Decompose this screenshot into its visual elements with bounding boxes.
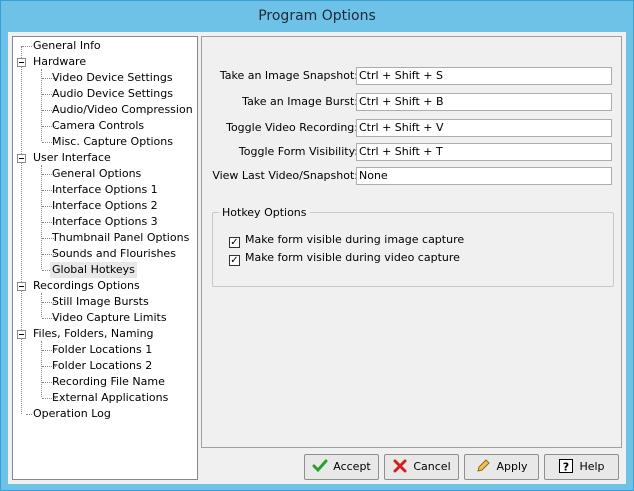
tree-item-camera-controls[interactable]: Camera Controls xyxy=(52,118,144,134)
svg-text:?: ? xyxy=(563,461,569,474)
checkmark-icon xyxy=(312,459,328,473)
tree-item-recordings-options[interactable]: Recordings Options xyxy=(33,278,140,294)
cancel-label: Cancel xyxy=(413,460,451,473)
form-visibility-hotkey-label: Toggle Form Visibility: xyxy=(238,145,358,158)
help-question-icon: ? xyxy=(559,459,574,474)
collapse-hardware-icon[interactable] xyxy=(17,58,26,67)
tree-item-audio-video-compression[interactable]: Audio/Video Compression xyxy=(52,102,193,118)
tree-item-interface-options-3[interactable]: Interface Options 3 xyxy=(52,214,158,230)
tree-item-user-interface[interactable]: User Interface xyxy=(33,150,111,166)
tree-item-folder-locations-1[interactable]: Folder Locations 1 xyxy=(52,342,152,358)
tree-item-sounds-and-flourishes[interactable]: Sounds and Flourishes xyxy=(52,246,176,262)
tree-item-thumbnail-panel-options[interactable]: Thumbnail Panel Options xyxy=(52,230,189,246)
tree-item-global-hotkeys[interactable]: Global Hotkeys xyxy=(50,262,137,278)
cancel-button[interactable]: Cancel xyxy=(384,454,459,480)
tree-item-recording-file-name[interactable]: Recording File Name xyxy=(52,374,165,390)
tree-item-misc-capture-options[interactable]: Misc. Capture Options xyxy=(52,134,173,150)
tree-item-general-options[interactable]: General Options xyxy=(52,166,141,182)
snapshot-hotkey-field[interactable]: Ctrl + Shift + S xyxy=(356,67,612,85)
video-recording-hotkey-label: Toggle Video Recording: xyxy=(226,121,358,134)
accept-button[interactable]: Accept xyxy=(304,454,379,480)
visible-during-video-capture-checkbox[interactable]: ✓ Make form visible during video capture xyxy=(229,250,460,266)
tree-item-video-capture-limits[interactable]: Video Capture Limits xyxy=(52,310,167,326)
tree-item-interface-options-2[interactable]: Interface Options 2 xyxy=(52,198,158,214)
collapse-user-interface-icon[interactable] xyxy=(17,154,26,163)
hotkey-options-title: Hotkey Options xyxy=(219,205,310,221)
burst-hotkey-field[interactable]: Ctrl + Shift + B xyxy=(356,93,612,111)
burst-hotkey-label: Take an Image Burst: xyxy=(242,95,358,108)
checkmark-icon: ✓ xyxy=(229,255,240,266)
form-visibility-hotkey-field[interactable]: Ctrl + Shift + T xyxy=(356,143,612,161)
dialog-client-area: General Info Hardware Video Device Setti… xyxy=(8,32,626,484)
help-label: Help xyxy=(579,460,605,473)
tree-item-operation-log[interactable]: Operation Log xyxy=(33,406,111,422)
program-options-window: Program Options General Info Hardware Vi… xyxy=(0,0,634,491)
checkmark-icon: ✓ xyxy=(229,237,240,248)
window-title: Program Options xyxy=(258,8,376,24)
tree-item-hardware[interactable]: Hardware xyxy=(33,54,86,70)
collapse-files-folders-icon[interactable] xyxy=(17,330,26,339)
tree-item-general-info[interactable]: General Info xyxy=(33,38,101,54)
tree-item-folder-locations-2[interactable]: Folder Locations 2 xyxy=(52,358,152,374)
tree-item-audio-device-settings[interactable]: Audio Device Settings xyxy=(52,86,173,102)
accept-label: Accept xyxy=(333,460,371,473)
apply-label: Apply xyxy=(496,460,528,473)
cancel-x-icon xyxy=(393,459,407,473)
apply-button[interactable]: Apply xyxy=(464,454,539,480)
options-tree[interactable]: General Info Hardware Video Device Setti… xyxy=(12,36,198,480)
tree-item-external-applications[interactable]: External Applications xyxy=(52,390,168,406)
view-last-hotkey-field[interactable]: None xyxy=(356,167,612,185)
hotkey-options-group: Hotkey Options ✓ Make form visible during… xyxy=(212,205,614,287)
help-button[interactable]: ? Help xyxy=(544,454,619,480)
view-last-hotkey-label: View Last Video/Snapshot: xyxy=(212,169,358,182)
collapse-recordings-options-icon[interactable] xyxy=(17,282,26,291)
snapshot-hotkey-label: Take an Image Snapshot: xyxy=(219,69,358,82)
tree-item-files-folders-naming[interactable]: Files, Folders, Naming xyxy=(33,326,154,342)
global-hotkeys-panel: Take an Image Snapshot: Ctrl + Shift + S… xyxy=(201,36,622,448)
visible-during-image-capture-label: Make form visible during image capture xyxy=(245,233,465,246)
tree-item-video-device-settings[interactable]: Video Device Settings xyxy=(52,70,173,86)
visible-during-video-capture-label: Make form visible during video capture xyxy=(245,251,460,264)
pencil-icon xyxy=(477,459,491,472)
video-recording-hotkey-field[interactable]: Ctrl + Shift + V xyxy=(356,119,612,137)
visible-during-image-capture-checkbox[interactable]: ✓ Make form visible during image capture xyxy=(229,232,464,248)
tree-item-interface-options-1[interactable]: Interface Options 1 xyxy=(52,182,158,198)
tree-item-still-image-bursts[interactable]: Still Image Bursts xyxy=(52,294,149,310)
